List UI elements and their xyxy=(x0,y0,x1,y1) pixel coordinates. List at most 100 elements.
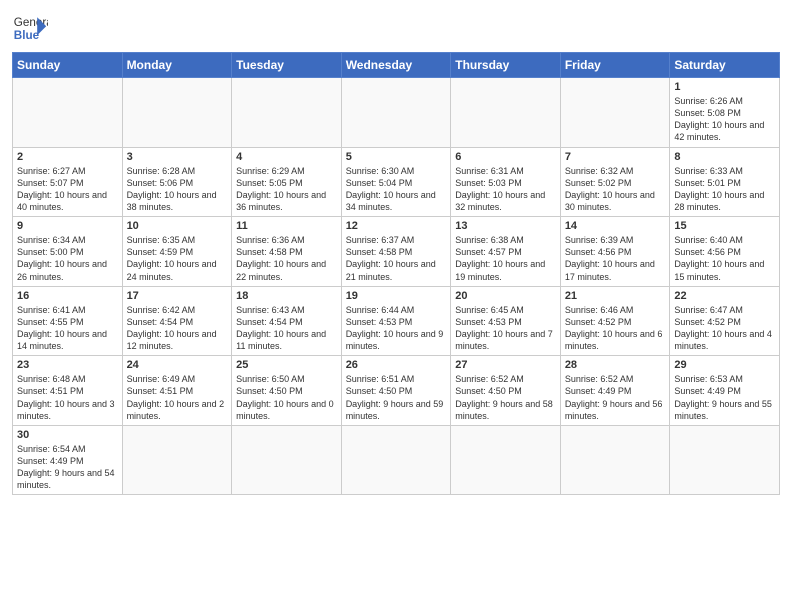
page-container: General Blue SundayMondayTuesdayWednesda… xyxy=(0,0,792,503)
day-info: Sunrise: 6:48 AM Sunset: 4:51 PM Dayligh… xyxy=(17,373,118,422)
calendar-cell: 15 Sunrise: 6:40 AM Sunset: 4:56 PM Dayli… xyxy=(670,217,780,287)
day-number: 1 xyxy=(674,81,775,93)
calendar-cell: 19 Sunrise: 6:44 AM Sunset: 4:53 PM Dayli… xyxy=(341,286,451,356)
day-info: Sunrise: 6:35 AM Sunset: 4:59 PM Dayligh… xyxy=(127,234,228,283)
day-info: Sunrise: 6:43 AM Sunset: 4:54 PM Dayligh… xyxy=(236,304,337,353)
calendar-cell: 13 Sunrise: 6:38 AM Sunset: 4:57 PM Dayli… xyxy=(451,217,561,287)
calendar-cell xyxy=(341,425,451,495)
day-info: Sunrise: 6:37 AM Sunset: 4:58 PM Dayligh… xyxy=(346,234,447,283)
day-info: Sunrise: 6:50 AM Sunset: 4:50 PM Dayligh… xyxy=(236,373,337,422)
day-info: Sunrise: 6:53 AM Sunset: 4:49 PM Dayligh… xyxy=(674,373,775,422)
calendar-cell: 28 Sunrise: 6:52 AM Sunset: 4:49 PM Dayli… xyxy=(560,356,670,426)
calendar-cell: 25 Sunrise: 6:50 AM Sunset: 4:50 PM Dayli… xyxy=(232,356,342,426)
calendar-week-row: 9 Sunrise: 6:34 AM Sunset: 5:00 PM Daylig… xyxy=(13,217,780,287)
svg-text:Blue: Blue xyxy=(14,29,40,42)
day-number: 19 xyxy=(346,290,447,302)
day-info: Sunrise: 6:46 AM Sunset: 4:52 PM Dayligh… xyxy=(565,304,666,353)
day-info: Sunrise: 6:34 AM Sunset: 5:00 PM Dayligh… xyxy=(17,234,118,283)
day-info: Sunrise: 6:30 AM Sunset: 5:04 PM Dayligh… xyxy=(346,165,447,214)
calendar-cell xyxy=(13,78,123,148)
calendar-table: SundayMondayTuesdayWednesdayThursdayFrid… xyxy=(12,52,780,495)
calendar-cell xyxy=(451,78,561,148)
day-info: Sunrise: 6:52 AM Sunset: 4:49 PM Dayligh… xyxy=(565,373,666,422)
calendar-cell: 14 Sunrise: 6:39 AM Sunset: 4:56 PM Dayli… xyxy=(560,217,670,287)
calendar-cell: 23 Sunrise: 6:48 AM Sunset: 4:51 PM Dayli… xyxy=(13,356,123,426)
calendar-body: 1 Sunrise: 6:26 AM Sunset: 5:08 PM Daylig… xyxy=(13,78,780,495)
calendar-cell: 9 Sunrise: 6:34 AM Sunset: 5:00 PM Daylig… xyxy=(13,217,123,287)
weekday-header-monday: Monday xyxy=(122,53,232,78)
day-number: 17 xyxy=(127,290,228,302)
day-number: 12 xyxy=(346,220,447,232)
day-info: Sunrise: 6:52 AM Sunset: 4:50 PM Dayligh… xyxy=(455,373,556,422)
day-info: Sunrise: 6:40 AM Sunset: 4:56 PM Dayligh… xyxy=(674,234,775,283)
day-number: 14 xyxy=(565,220,666,232)
day-info: Sunrise: 6:33 AM Sunset: 5:01 PM Dayligh… xyxy=(674,165,775,214)
day-number: 13 xyxy=(455,220,556,232)
day-number: 15 xyxy=(674,220,775,232)
day-number: 30 xyxy=(17,429,118,441)
calendar-cell xyxy=(560,78,670,148)
day-info: Sunrise: 6:26 AM Sunset: 5:08 PM Dayligh… xyxy=(674,95,775,144)
calendar-cell: 24 Sunrise: 6:49 AM Sunset: 4:51 PM Dayli… xyxy=(122,356,232,426)
day-info: Sunrise: 6:47 AM Sunset: 4:52 PM Dayligh… xyxy=(674,304,775,353)
day-info: Sunrise: 6:39 AM Sunset: 4:56 PM Dayligh… xyxy=(565,234,666,283)
day-number: 2 xyxy=(17,151,118,163)
calendar-cell: 21 Sunrise: 6:46 AM Sunset: 4:52 PM Dayli… xyxy=(560,286,670,356)
day-number: 16 xyxy=(17,290,118,302)
day-info: Sunrise: 6:49 AM Sunset: 4:51 PM Dayligh… xyxy=(127,373,228,422)
day-number: 22 xyxy=(674,290,775,302)
weekday-header-tuesday: Tuesday xyxy=(232,53,342,78)
day-number: 4 xyxy=(236,151,337,163)
day-number: 18 xyxy=(236,290,337,302)
calendar-cell xyxy=(670,425,780,495)
day-number: 25 xyxy=(236,359,337,371)
day-info: Sunrise: 6:54 AM Sunset: 4:49 PM Dayligh… xyxy=(17,443,118,492)
day-number: 20 xyxy=(455,290,556,302)
calendar-cell: 4 Sunrise: 6:29 AM Sunset: 5:05 PM Daylig… xyxy=(232,147,342,217)
calendar-cell xyxy=(232,78,342,148)
calendar-cell: 27 Sunrise: 6:52 AM Sunset: 4:50 PM Dayli… xyxy=(451,356,561,426)
weekday-header-row: SundayMondayTuesdayWednesdayThursdayFrid… xyxy=(13,53,780,78)
day-number: 5 xyxy=(346,151,447,163)
calendar-cell: 8Sunrise: 6:33 AM Sunset: 5:01 PM Daylig… xyxy=(670,147,780,217)
day-info: Sunrise: 6:51 AM Sunset: 4:50 PM Dayligh… xyxy=(346,373,447,422)
day-info: Sunrise: 6:36 AM Sunset: 4:58 PM Dayligh… xyxy=(236,234,337,283)
day-info: Sunrise: 6:45 AM Sunset: 4:53 PM Dayligh… xyxy=(455,304,556,353)
calendar-week-row: 16Sunrise: 6:41 AM Sunset: 4:55 PM Dayli… xyxy=(13,286,780,356)
day-info: Sunrise: 6:28 AM Sunset: 5:06 PM Dayligh… xyxy=(127,165,228,214)
day-number: 24 xyxy=(127,359,228,371)
calendar-cell: 6Sunrise: 6:31 AM Sunset: 5:03 PM Daylig… xyxy=(451,147,561,217)
calendar-cell: 18 Sunrise: 6:43 AM Sunset: 4:54 PM Dayli… xyxy=(232,286,342,356)
day-number: 27 xyxy=(455,359,556,371)
weekday-header-thursday: Thursday xyxy=(451,53,561,78)
day-info: Sunrise: 6:29 AM Sunset: 5:05 PM Dayligh… xyxy=(236,165,337,214)
calendar-cell xyxy=(122,425,232,495)
calendar-week-row: 30 Sunrise: 6:54 AM Sunset: 4:49 PM Dayli… xyxy=(13,425,780,495)
calendar-cell xyxy=(451,425,561,495)
day-number: 23 xyxy=(17,359,118,371)
calendar-week-row: 2Sunrise: 6:27 AM Sunset: 5:07 PM Daylig… xyxy=(13,147,780,217)
calendar-cell: 1 Sunrise: 6:26 AM Sunset: 5:08 PM Daylig… xyxy=(670,78,780,148)
calendar-cell: 11 Sunrise: 6:36 AM Sunset: 4:58 PM Dayli… xyxy=(232,217,342,287)
day-number: 3 xyxy=(127,151,228,163)
day-info: Sunrise: 6:32 AM Sunset: 5:02 PM Dayligh… xyxy=(565,165,666,214)
calendar-cell: 30 Sunrise: 6:54 AM Sunset: 4:49 PM Dayli… xyxy=(13,425,123,495)
calendar-cell: 17Sunrise: 6:42 AM Sunset: 4:54 PM Dayli… xyxy=(122,286,232,356)
calendar-cell: 3 Sunrise: 6:28 AM Sunset: 5:06 PM Daylig… xyxy=(122,147,232,217)
calendar-cell: 22 Sunrise: 6:47 AM Sunset: 4:52 PM Dayli… xyxy=(670,286,780,356)
day-number: 29 xyxy=(674,359,775,371)
day-number: 28 xyxy=(565,359,666,371)
calendar-cell: 2Sunrise: 6:27 AM Sunset: 5:07 PM Daylig… xyxy=(13,147,123,217)
day-number: 11 xyxy=(236,220,337,232)
day-number: 7 xyxy=(565,151,666,163)
logo: General Blue xyxy=(12,10,48,46)
day-number: 9 xyxy=(17,220,118,232)
day-info: Sunrise: 6:38 AM Sunset: 4:57 PM Dayligh… xyxy=(455,234,556,283)
day-number: 6 xyxy=(455,151,556,163)
day-info: Sunrise: 6:44 AM Sunset: 4:53 PM Dayligh… xyxy=(346,304,447,353)
day-number: 26 xyxy=(346,359,447,371)
calendar-cell: 7 Sunrise: 6:32 AM Sunset: 5:02 PM Daylig… xyxy=(560,147,670,217)
day-number: 21 xyxy=(565,290,666,302)
calendar-cell xyxy=(341,78,451,148)
calendar-cell xyxy=(560,425,670,495)
